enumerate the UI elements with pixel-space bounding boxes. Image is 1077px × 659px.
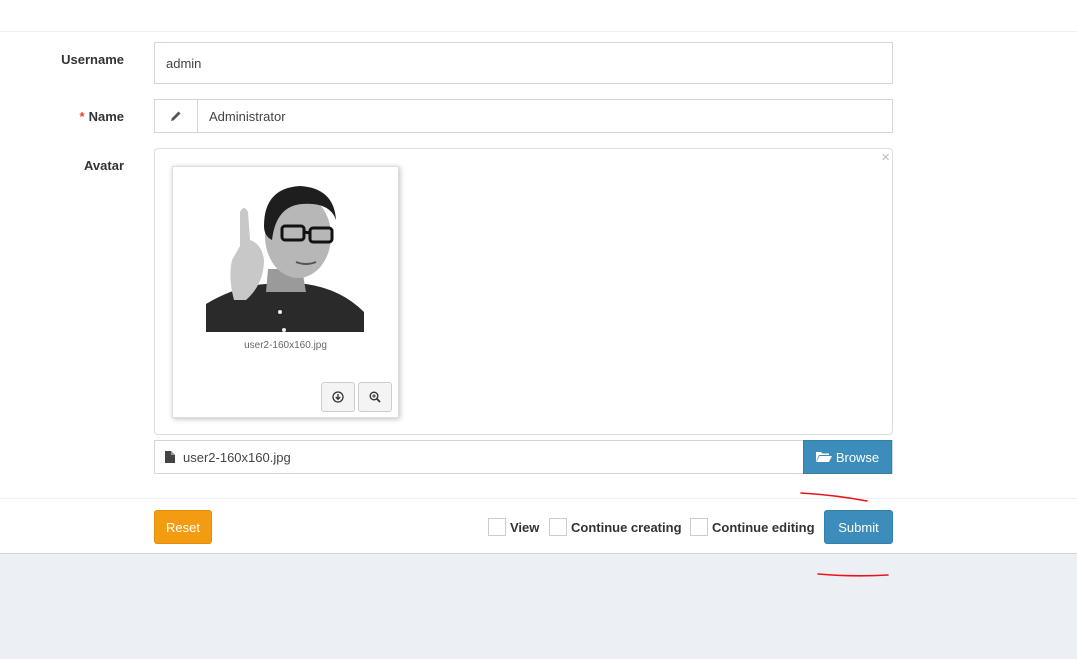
- panel-header: [0, 0, 1077, 32]
- name-label: * Name: [80, 109, 124, 124]
- avatar-preview: × user2-160x160.jpg: [154, 148, 893, 435]
- folder-open-icon: [815, 452, 832, 462]
- reset-button[interactable]: Reset: [154, 510, 212, 544]
- file-input[interactable]: user2-160x160.jpg Browse: [154, 440, 893, 474]
- continue-editing-box[interactable]: [690, 518, 708, 536]
- avatar-label: Avatar: [84, 158, 124, 173]
- browse-label: Browse: [835, 449, 880, 465]
- form-panel: Username admin * Name Administrator Avata…: [0, 0, 1077, 554]
- download-icon: [332, 391, 344, 403]
- zoom-in-icon: [369, 391, 381, 403]
- name-label-text: Name: [88, 109, 124, 124]
- avatar-image: [206, 174, 364, 332]
- view-checkbox[interactable]: View: [488, 518, 539, 536]
- continue-creating-checkbox[interactable]: Continue creating: [549, 518, 682, 536]
- required-mark: *: [79, 109, 85, 124]
- continue-creating-box[interactable]: [549, 518, 567, 536]
- download-button[interactable]: [321, 382, 355, 412]
- view-checkbox-box[interactable]: [488, 518, 506, 536]
- username-label: Username: [61, 52, 124, 67]
- close-icon[interactable]: ×: [881, 149, 890, 166]
- file-caption: user2-160x160.jpg: [244, 340, 327, 351]
- view-checkbox-label: View: [510, 519, 540, 535]
- name-field[interactable]: Administrator: [197, 99, 893, 133]
- continue-editing-label: Continue editing: [712, 519, 815, 535]
- browse-button[interactable]: Browse: [803, 440, 892, 474]
- username-field[interactable]: admin: [154, 42, 893, 84]
- pencil-icon: [154, 99, 198, 133]
- name-value: Administrator: [209, 108, 286, 124]
- annotation-mark-bottom: [817, 573, 889, 577]
- footer-divider: [0, 498, 1077, 499]
- continue-creating-label: Continue creating: [571, 519, 682, 535]
- username-value: admin: [166, 55, 202, 71]
- file-thumbnail: user2-160x160.jpg: [172, 166, 399, 418]
- continue-editing-checkbox[interactable]: Continue editing: [690, 518, 815, 536]
- zoom-button[interactable]: [358, 382, 392, 412]
- submit-button[interactable]: Submit: [824, 510, 893, 544]
- file-name: user2-160x160.jpg: [183, 449, 291, 465]
- file-caption-field: user2-160x160.jpg: [155, 441, 805, 473]
- file-icon: [165, 451, 175, 463]
